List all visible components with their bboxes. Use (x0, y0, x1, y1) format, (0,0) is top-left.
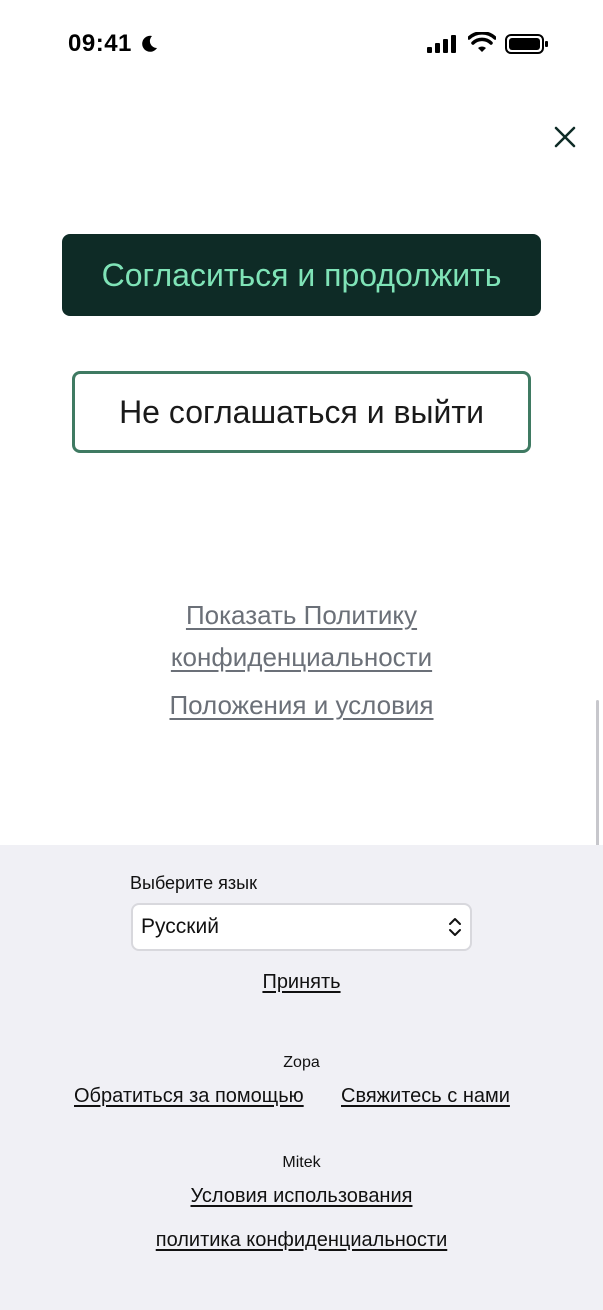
close-button[interactable] (548, 120, 582, 154)
chevron-up-down-icon (449, 918, 461, 936)
terms-of-use-link[interactable]: Условия использования (0, 1185, 603, 1208)
agree-continue-button[interactable]: Согласиться и продолжить (62, 234, 541, 316)
status-bar: 09:41 (0, 0, 603, 90)
language-label: Выберите язык (130, 873, 257, 893)
moon-icon (142, 35, 157, 52)
language-select[interactable]: Русский (131, 903, 472, 951)
mitek-label: Mitek (282, 1154, 321, 1171)
terms-conditions-link[interactable]: Положения и условия (100, 686, 503, 724)
contact-us-link[interactable]: Свяжитесь с нами (341, 1085, 510, 1108)
zopa-label: Zopa (283, 1054, 320, 1071)
language-selected-value: Русский (141, 915, 219, 938)
accept-language-link[interactable]: Принять (0, 971, 603, 994)
privacy-policy-link[interactable]: политика конфиденциальности (0, 1229, 603, 1252)
show-privacy-policy-link[interactable]: Показать Политику конфиденциальности (100, 594, 503, 678)
close-icon (554, 126, 576, 148)
get-help-link[interactable]: Обратиться за помощью (74, 1085, 304, 1108)
status-time: 09:41 (68, 30, 132, 57)
wifi-icon (468, 32, 496, 52)
decline-exit-button[interactable]: Не соглашаться и выйти (72, 371, 531, 453)
cellular-signal-icon (427, 35, 456, 53)
battery-icon (505, 34, 548, 54)
